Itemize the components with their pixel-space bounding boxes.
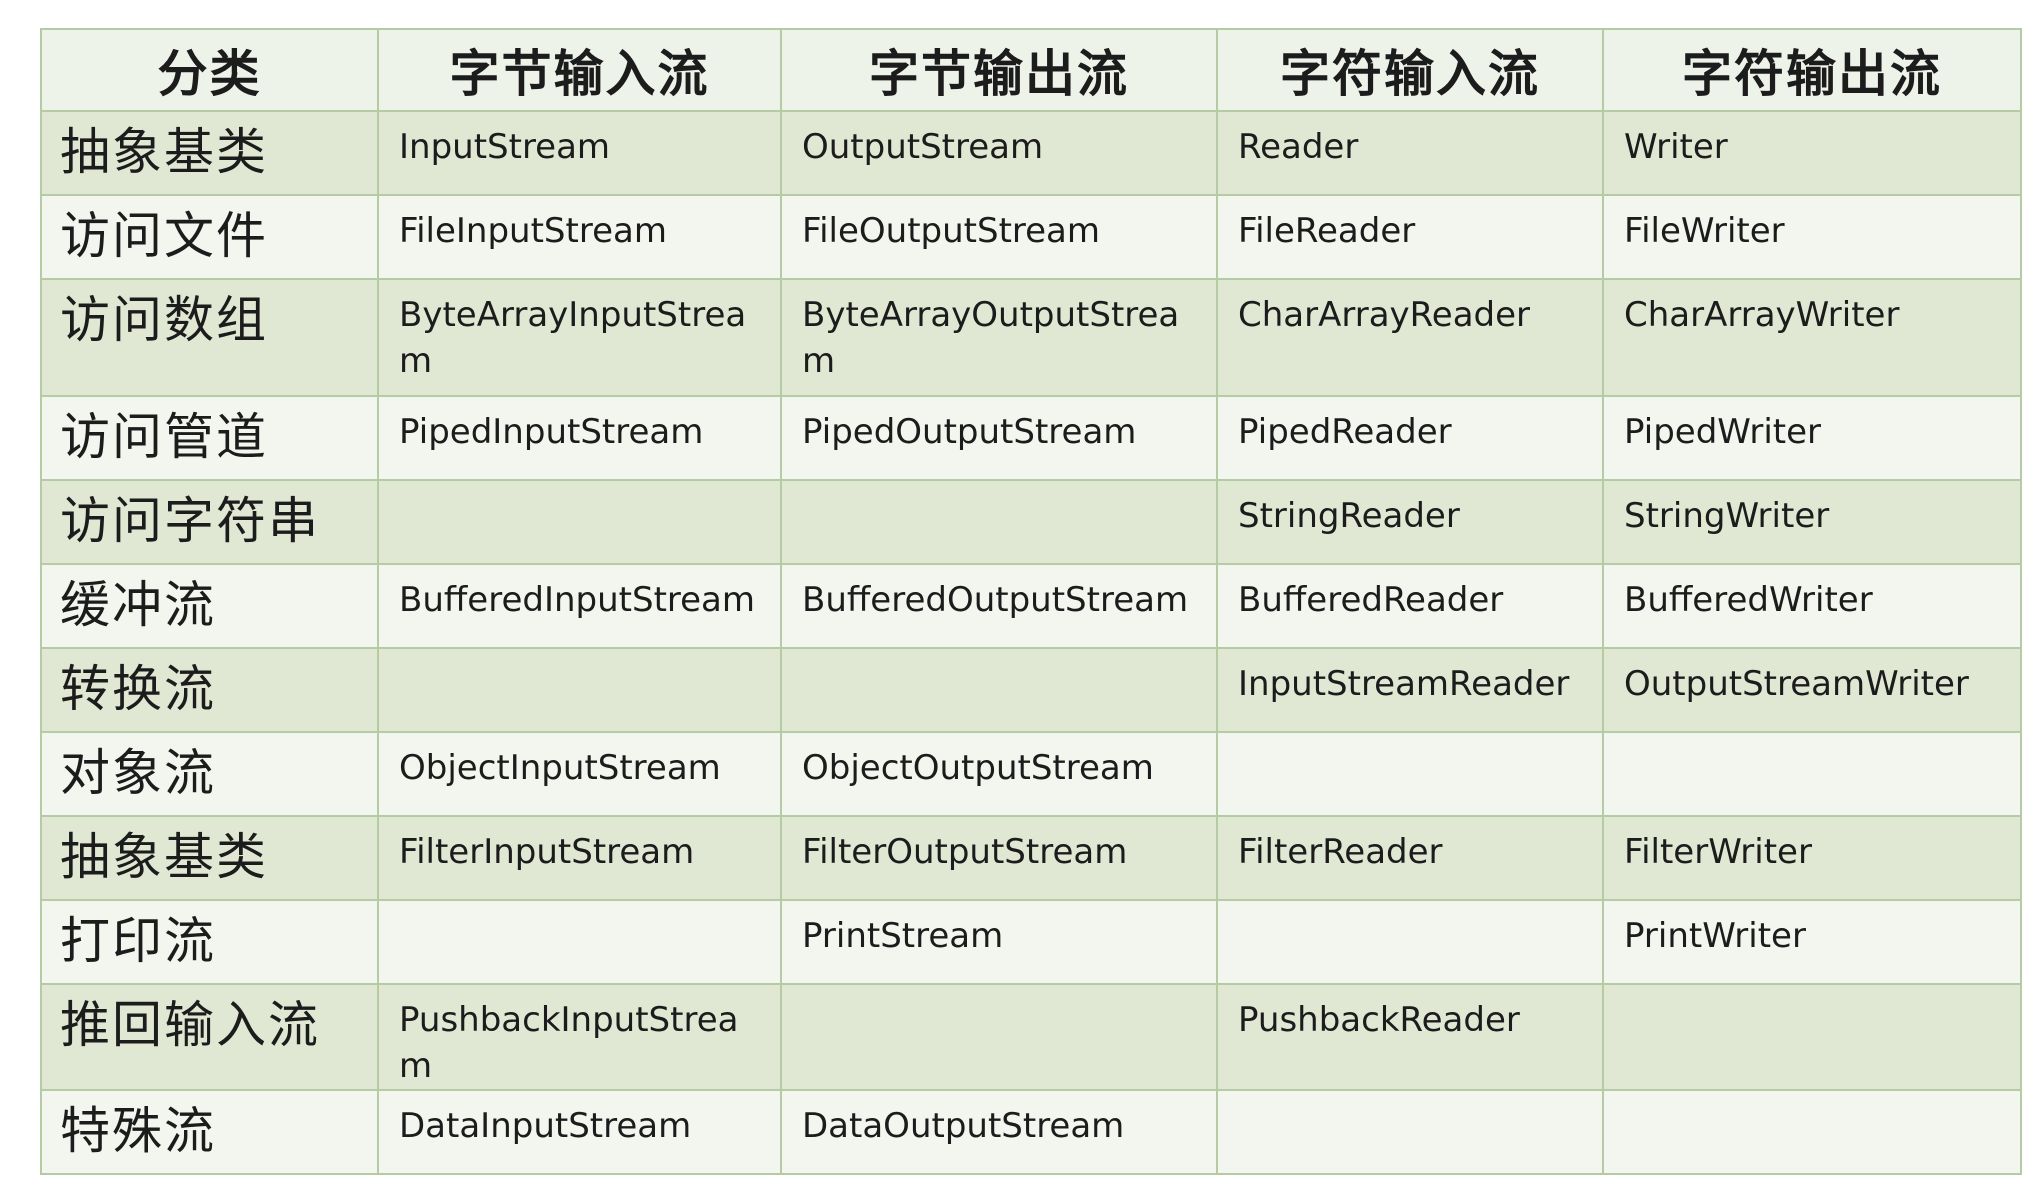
header-category: 分类 <box>40 28 379 112</box>
char-input-cell: FileReader <box>1216 194 1604 280</box>
category-cell: 打印流 <box>40 899 379 985</box>
byte-output-cell: OutputStream <box>780 110 1218 196</box>
table-row: 特殊流 DataInputStream DataOutputStream <box>40 1089 2022 1175</box>
char-input-cell: BufferedReader <box>1216 563 1604 649</box>
char-input-cell: CharArrayReader <box>1216 278 1604 397</box>
byte-input-cell <box>377 647 782 733</box>
table-row: 对象流 ObjectInputStream ObjectOutputStream <box>40 731 2022 817</box>
byte-input-cell: FileInputStream <box>377 194 782 280</box>
byte-input-cell: PushbackInputStream <box>377 983 782 1091</box>
category-cell: 对象流 <box>40 731 379 817</box>
char-input-cell <box>1216 731 1604 817</box>
byte-input-cell: ByteArrayInputStream <box>377 278 782 397</box>
byte-input-cell: ObjectInputStream <box>377 731 782 817</box>
category-cell: 访问字符串 <box>40 479 379 565</box>
byte-output-cell <box>780 647 1218 733</box>
char-output-cell: OutputStreamWriter <box>1602 647 2022 733</box>
header-char-input: 字符输入流 <box>1216 28 1604 112</box>
category-cell: 访问管道 <box>40 395 379 481</box>
io-stream-table: 分类 字节输入流 字节输出流 字符输入流 字符输出流 抽象基类 InputStr… <box>40 28 2022 1175</box>
char-output-cell: FileWriter <box>1602 194 2022 280</box>
byte-input-cell <box>377 479 782 565</box>
category-cell: 推回输入流 <box>40 983 379 1091</box>
byte-input-cell: DataInputStream <box>377 1089 782 1175</box>
char-output-cell <box>1602 1089 2022 1175</box>
char-output-cell: PrintWriter <box>1602 899 2022 985</box>
char-output-cell <box>1602 983 2022 1091</box>
byte-output-cell: PrintStream <box>780 899 1218 985</box>
char-input-cell: PipedReader <box>1216 395 1604 481</box>
char-output-cell: CharArrayWriter <box>1602 278 2022 397</box>
category-cell: 访问文件 <box>40 194 379 280</box>
table-row: 访问管道 PipedInputStream PipedOutputStream … <box>40 395 2022 481</box>
byte-input-cell: InputStream <box>377 110 782 196</box>
byte-output-cell: DataOutputStream <box>780 1089 1218 1175</box>
header-byte-output: 字节输出流 <box>780 28 1218 112</box>
char-input-cell: FilterReader <box>1216 815 1604 901</box>
category-cell: 抽象基类 <box>40 110 379 196</box>
byte-output-cell <box>780 479 1218 565</box>
header-byte-input: 字节输入流 <box>377 28 782 112</box>
char-output-cell: PipedWriter <box>1602 395 2022 481</box>
byte-output-cell: PipedOutputStream <box>780 395 1218 481</box>
table-row: 访问数组 ByteArrayInputStream ByteArrayOutpu… <box>40 278 2022 397</box>
byte-input-cell: FilterInputStream <box>377 815 782 901</box>
char-output-cell: StringWriter <box>1602 479 2022 565</box>
char-input-cell: PushbackReader <box>1216 983 1604 1091</box>
io-stream-table-container: 分类 字节输入流 字节输出流 字符输入流 字符输出流 抽象基类 InputStr… <box>40 28 2022 1175</box>
table-row: 转换流 InputStreamReader OutputStreamWriter <box>40 647 2022 733</box>
byte-input-cell <box>377 899 782 985</box>
header-char-output: 字符输出流 <box>1602 28 2022 112</box>
table-row: 缓冲流 BufferedInputStream BufferedOutputSt… <box>40 563 2022 649</box>
byte-output-cell: BufferedOutputStream <box>780 563 1218 649</box>
char-output-cell: BufferedWriter <box>1602 563 2022 649</box>
byte-input-cell: BufferedInputStream <box>377 563 782 649</box>
byte-output-cell: FileOutputStream <box>780 194 1218 280</box>
char-input-cell: Reader <box>1216 110 1604 196</box>
table-row: 抽象基类 InputStream OutputStream Reader Wri… <box>40 110 2022 196</box>
char-input-cell: StringReader <box>1216 479 1604 565</box>
header-row: 分类 字节输入流 字节输出流 字符输入流 字符输出流 <box>40 28 2022 112</box>
byte-output-cell <box>780 983 1218 1091</box>
table-row: 访问字符串 StringReader StringWriter <box>40 479 2022 565</box>
char-input-cell <box>1216 899 1604 985</box>
category-cell: 访问数组 <box>40 278 379 397</box>
byte-output-cell: FilterOutputStream <box>780 815 1218 901</box>
category-cell: 转换流 <box>40 647 379 733</box>
char-output-cell <box>1602 731 2022 817</box>
category-cell: 抽象基类 <box>40 815 379 901</box>
table-row: 推回输入流 PushbackInputStream PushbackReader <box>40 983 2022 1091</box>
table-row: 访问文件 FileInputStream FileOutputStream Fi… <box>40 194 2022 280</box>
byte-input-cell: PipedInputStream <box>377 395 782 481</box>
table-row: 抽象基类 FilterInputStream FilterOutputStrea… <box>40 815 2022 901</box>
byte-output-cell: ObjectOutputStream <box>780 731 1218 817</box>
table-row: 打印流 PrintStream PrintWriter <box>40 899 2022 985</box>
category-cell: 缓冲流 <box>40 563 379 649</box>
char-input-cell: InputStreamReader <box>1216 647 1604 733</box>
category-cell: 特殊流 <box>40 1089 379 1175</box>
char-output-cell: FilterWriter <box>1602 815 2022 901</box>
char-input-cell <box>1216 1089 1604 1175</box>
byte-output-cell: ByteArrayOutputStream <box>780 278 1218 397</box>
char-output-cell: Writer <box>1602 110 2022 196</box>
